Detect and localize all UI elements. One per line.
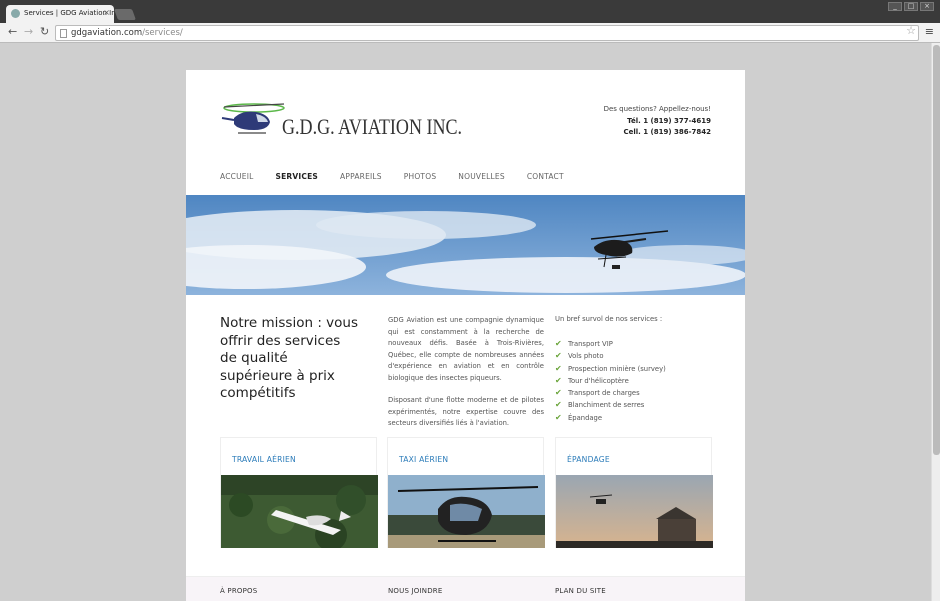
main-nav: ACCUEIL SERVICES APPAREILS PHOTOS NOUVEL… [220,172,586,181]
new-tab-button[interactable] [113,9,137,20]
contact-info: Des questions? Appellez-nous! Tél. 1 (81… [604,104,711,139]
card-travail-aerien[interactable]: TRAVAIL AÉRIEN [220,437,378,548]
window-close-button[interactable]: × [920,2,934,11]
list-item: ✔ Tour d'hélicoptère [555,375,715,387]
footer: À PROPOS NOUS JOINDRE PLAN DU SITE [186,576,745,601]
reload-icon[interactable]: ↻ [40,25,49,38]
list-item: ✔ Transport de charges [555,387,715,399]
services-list: Un bref survol de nos services : ✔ Transp… [555,315,715,424]
nav-appareils[interactable]: APPAREILS [340,172,382,181]
list-item: ✔ Blanchiment de serres [555,399,715,411]
bookmark-star-icon[interactable]: ☆ [906,24,916,37]
browser-menu-icon[interactable]: ≡ [925,25,934,38]
footer-plan-du-site[interactable]: PLAN DU SITE [555,587,606,595]
services-intro: Un bref survol de nos services : [555,315,663,323]
scrollbar-thumb[interactable] [933,45,940,455]
contact-question: Des questions? Appellez-nous! [603,105,711,113]
url-path: /services/ [142,28,183,38]
forward-icon[interactable]: → [24,25,33,38]
card-image-plane[interactable] [221,475,378,548]
tab-title: Services | GDG Aviation Inc. [24,9,114,17]
browser-titlebar: Services | GDG Aviation Inc. × _ □ × [0,0,940,23]
scrollbar[interactable] [931,43,940,601]
checkmark-icon: ✔ [555,339,562,348]
checkmark-icon: ✔ [555,363,562,373]
list-item: ✔ Vols photo [555,350,715,362]
list-item: ✔ Épandage [555,412,715,424]
card-title[interactable]: TAXI AÉRIEN [399,455,448,464]
favicon-icon [11,9,20,18]
checkmark-icon: ✔ [555,375,562,385]
logo-text[interactable]: G.D.G. AVIATION INC. [282,114,462,140]
mission-heading: Notre mission : vous offrir des services… [220,315,359,401]
nav-services[interactable]: SERVICES [276,172,319,181]
tab-close-icon[interactable]: × [103,8,110,17]
nav-nouvelles[interactable]: NOUVELLES [458,172,505,181]
checkmark-icon: ✔ [555,400,562,410]
card-epandage[interactable]: ÉPANDAGE [555,437,713,548]
minimize-button[interactable]: _ [888,2,902,11]
nav-contact[interactable]: CONTACT [527,172,564,181]
page-container: G.D.G. AVIATION INC. Des questions? Appe… [186,70,745,601]
contact-tel[interactable]: Tél. 1 (819) 377-4619 [627,117,711,125]
logo-helicopter-icon[interactable] [220,100,286,144]
company-description: GDG Aviation est une compagnie dynamique… [388,315,544,441]
browser-tab[interactable]: Services | GDG Aviation Inc. × [6,5,114,23]
page-icon [60,29,67,38]
card-taxi-aerien[interactable]: TAXI AÉRIEN [387,437,545,548]
back-icon[interactable]: ← [8,25,17,38]
list-item: ✔ Transport VIP [555,338,715,350]
checkmark-icon: ✔ [555,388,562,398]
hero-banner-image [186,195,745,295]
description-paragraph: Disposant d'une flotte moderne et de pil… [388,396,544,427]
card-image-spraying[interactable] [556,475,713,548]
description-paragraph: GDG Aviation est une compagnie dynamique… [388,316,544,382]
footer-a-propos[interactable]: À PROPOS [220,587,257,595]
card-title[interactable]: TRAVAIL AÉRIEN [232,455,296,464]
maximize-button[interactable]: □ [904,2,918,11]
window-controls: _ □ × [888,2,934,11]
url-domain: gdgaviation.com [71,28,143,38]
footer-nous-joindre[interactable]: NOUS JOINDRE [388,587,443,595]
contact-cell[interactable]: Cell. 1 (819) 386-7842 [623,128,711,136]
card-image-helicopter[interactable] [388,475,545,548]
address-bar[interactable]: gdgaviation.com/services/ [55,25,919,41]
checkmark-icon: ✔ [555,351,562,361]
checkmark-icon: ✔ [555,412,562,422]
browser-toolbar: ← → ↻ gdgaviation.com/services/ ☆ ≡ [0,23,940,43]
nav-accueil[interactable]: ACCUEIL [220,172,254,181]
nav-photos[interactable]: PHOTOS [404,172,437,181]
list-item: ✔ Prospection minière (survey) [555,363,715,375]
card-title[interactable]: ÉPANDAGE [567,455,610,464]
